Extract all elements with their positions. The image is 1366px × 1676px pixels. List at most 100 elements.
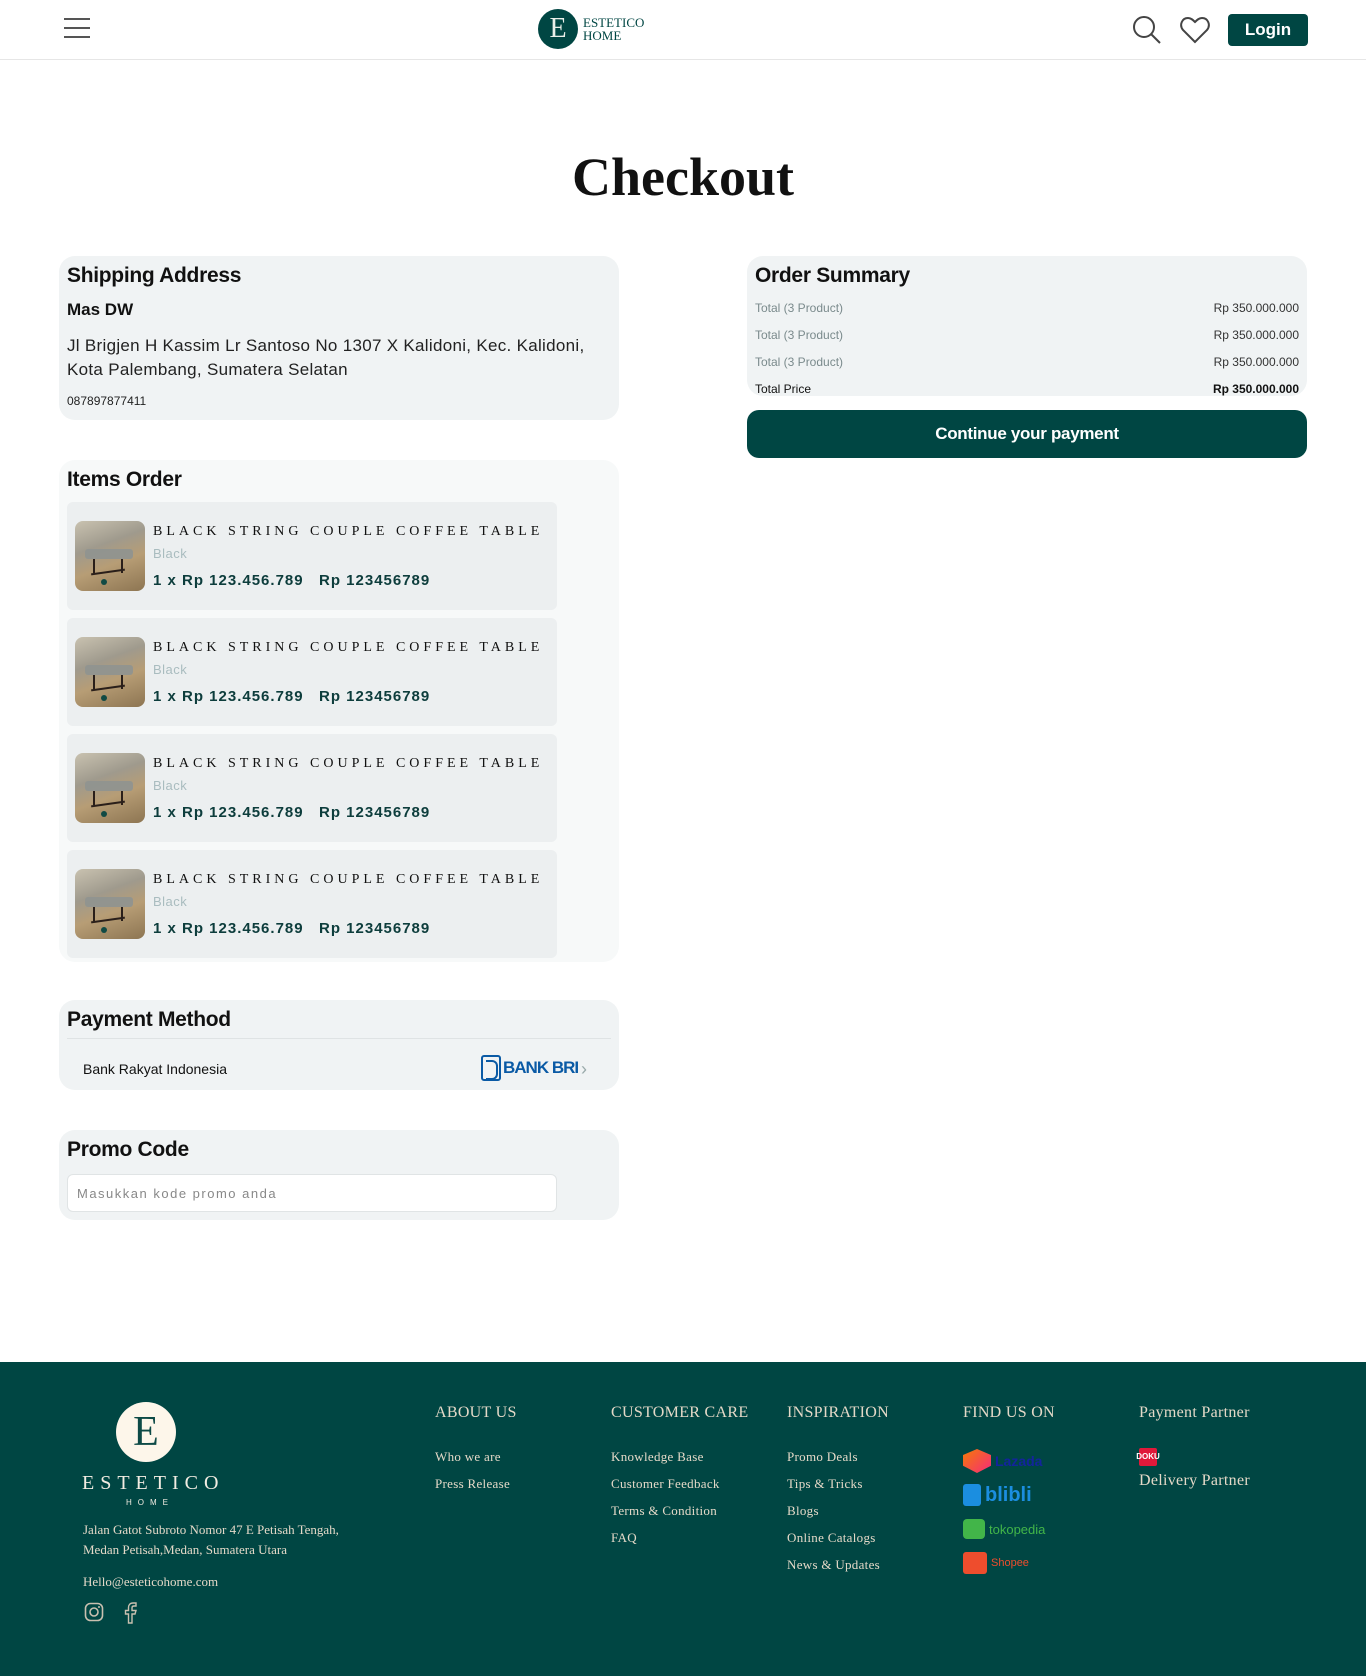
instagram-icon[interactable] bbox=[84, 1602, 104, 1629]
product-thumbnail bbox=[75, 637, 145, 707]
search-icon[interactable] bbox=[1132, 14, 1162, 46]
product-variant: Black bbox=[153, 662, 188, 677]
logo-line-2: HOME bbox=[583, 28, 622, 43]
product-variant: Black bbox=[153, 894, 188, 909]
footer-link[interactable]: Online Catalogs bbox=[787, 1529, 889, 1546]
promo-code-input[interactable] bbox=[67, 1174, 557, 1212]
footer-column-inspiration: INSPIRATION Promo Deals Tips & Tricks Bl… bbox=[787, 1404, 889, 1573]
footer-link[interactable]: Terms & Condition bbox=[611, 1502, 748, 1519]
footer-column-title: Payment Partner bbox=[1139, 1404, 1250, 1421]
product-thumbnail bbox=[75, 869, 145, 939]
page-title: Checkout bbox=[571, 147, 794, 207]
payment-method-selector[interactable]: Bank Rakyat Indonesia BANK BRI › bbox=[67, 1039, 611, 1089]
product-qty-price: 1 x Rp 123.456.789 bbox=[153, 688, 304, 705]
lazada-link[interactable]: Lazada bbox=[963, 1448, 1055, 1474]
product-thumbnail bbox=[75, 521, 145, 591]
blibli-logo-icon bbox=[963, 1484, 981, 1506]
heart-icon[interactable] bbox=[1180, 14, 1210, 46]
footer-column-partners: Payment Partner DOKU Delivery Partner bbox=[1136, 1404, 1250, 1490]
footer-link[interactable]: Blogs bbox=[787, 1502, 889, 1519]
footer-link[interactable]: Knowledge Base bbox=[611, 1448, 748, 1465]
summary-row: Total (3 Product) Rp 350.000.000 bbox=[755, 356, 1299, 369]
order-item: BLACK STRING COUPLE COFFEE TABLE Black 1… bbox=[67, 734, 557, 842]
footer-column-title: CUSTOMER CARE bbox=[611, 1404, 749, 1421]
tokopedia-label: tokopedia bbox=[989, 1521, 1046, 1537]
footer-link[interactable]: FAQ bbox=[611, 1529, 748, 1546]
footer-brand: ESTETICO bbox=[82, 1472, 225, 1494]
product-variant: Black bbox=[153, 778, 188, 793]
product-name: BLACK STRING COUPLE COFFEE TABLE bbox=[153, 756, 544, 771]
items-order-card: Items Order BLACK STRING COUPLE COFFEE T… bbox=[59, 460, 619, 962]
payment-method-card: Payment Method Bank Rakyat Indonesia BAN… bbox=[59, 1000, 619, 1090]
shipping-address-card: Shipping Address Mas DW Jl Brigjen H Kas… bbox=[59, 256, 619, 420]
footer-address: Jalan Gatot Subroto Nomor 47 E Petisah T… bbox=[83, 1520, 339, 1560]
footer-column-find-us: FIND US ON Lazada blibli tokopedia Shope… bbox=[963, 1404, 1055, 1576]
product-name: BLACK STRING COUPLE COFFEE TABLE bbox=[153, 872, 544, 887]
recipient-name: Mas DW bbox=[67, 300, 134, 319]
product-total: Rp 123456789 bbox=[319, 688, 431, 705]
footer-link[interactable]: News & Updates bbox=[787, 1556, 889, 1573]
summary-row: Total (3 Product) Rp 350.000.000 bbox=[755, 329, 1299, 342]
items-heading: Items Order bbox=[67, 468, 182, 491]
site-logo[interactable]: E ESTETICO HOME bbox=[538, 9, 644, 49]
product-qty-price: 1 x Rp 123.456.789 bbox=[153, 572, 304, 589]
footer-link[interactable]: Who we are bbox=[435, 1448, 517, 1465]
product-qty-price: 1 x Rp 123.456.789 bbox=[153, 920, 304, 937]
recipient-phone: 087897877411 bbox=[67, 394, 147, 408]
bank-name: Bank Rakyat Indonesia bbox=[83, 1061, 227, 1077]
product-thumbnail bbox=[75, 753, 145, 823]
delivery-partner-title: Delivery Partner bbox=[1139, 1472, 1250, 1489]
bri-logo-text: BANK BRI bbox=[503, 1058, 579, 1077]
shipping-heading: Shipping Address bbox=[67, 264, 242, 287]
product-total: Rp 123456789 bbox=[319, 804, 431, 821]
footer-email[interactable]: Hello@esteticohome.com bbox=[83, 1574, 218, 1590]
footer-link[interactable]: Promo Deals bbox=[787, 1448, 889, 1465]
site-footer: E ESTETICO HOME Jalan Gatot Subroto Nomo… bbox=[0, 1362, 1366, 1676]
product-total: Rp 123456789 bbox=[319, 572, 431, 589]
payment-heading: Payment Method bbox=[67, 1008, 231, 1031]
lazada-label: Lazada bbox=[995, 1453, 1043, 1469]
summary-amount: Rp 350.000.000 bbox=[1213, 301, 1299, 315]
shopee-link[interactable]: Shopee bbox=[963, 1550, 1055, 1576]
chevron-right-icon[interactable]: › bbox=[581, 1059, 587, 1080]
summary-total-row: Total Price Rp 350.000.000 bbox=[755, 383, 1299, 396]
product-total: Rp 123456789 bbox=[319, 920, 431, 937]
summary-heading: Order Summary bbox=[755, 264, 910, 287]
order-item: BLACK STRING COUPLE COFFEE TABLE Black 1… bbox=[67, 502, 557, 610]
product-variant: Black bbox=[153, 546, 188, 561]
site-header: E ESTETICO HOME Login bbox=[0, 0, 1366, 60]
summary-label: Total (3 Product) bbox=[755, 328, 844, 342]
footer-social bbox=[84, 1602, 138, 1629]
footer-link[interactable]: Customer Feedback bbox=[611, 1475, 748, 1492]
footer-address-line-2: Medan Petisah,Medan, Sumatera Utara bbox=[83, 1542, 287, 1557]
shopee-logo-icon bbox=[963, 1552, 987, 1574]
facebook-icon[interactable] bbox=[122, 1602, 138, 1629]
footer-brand-sub: HOME bbox=[126, 1498, 174, 1507]
shopee-label: Shopee bbox=[991, 1557, 1029, 1569]
tokopedia-link[interactable]: tokopedia bbox=[963, 1516, 1055, 1542]
recipient-address: Jl Brigjen H Kassim Lr Santoso No 1307 X… bbox=[67, 336, 585, 379]
blibli-link[interactable]: blibli bbox=[963, 1482, 1055, 1508]
continue-payment-button[interactable]: Continue your payment bbox=[747, 410, 1307, 458]
product-qty-price: 1 x Rp 123.456.789 bbox=[153, 804, 304, 821]
total-price-label: Total Price bbox=[755, 382, 812, 396]
footer-link[interactable]: Tips & Tricks bbox=[787, 1475, 889, 1492]
footer-column-title: ABOUT US bbox=[435, 1404, 517, 1421]
footer-column-about: ABOUT US Who we are Press Release bbox=[435, 1404, 517, 1492]
promo-code-card: Promo Code bbox=[59, 1130, 619, 1220]
bank-bri-logo: BANK BRI bbox=[481, 1055, 579, 1081]
footer-address-line-1: Jalan Gatot Subroto Nomor 47 E Petisah T… bbox=[83, 1522, 339, 1537]
summary-label: Total (3 Product) bbox=[755, 301, 844, 315]
order-item: BLACK STRING COUPLE COFFEE TABLE Black 1… bbox=[67, 618, 557, 726]
login-button[interactable]: Login bbox=[1228, 14, 1308, 46]
footer-column-title: FIND US ON bbox=[963, 1404, 1055, 1421]
promo-heading: Promo Code bbox=[67, 1138, 189, 1161]
footer-link[interactable]: Press Release bbox=[435, 1475, 517, 1492]
order-item: BLACK STRING COUPLE COFFEE TABLE Black 1… bbox=[67, 850, 557, 958]
lazada-logo-icon bbox=[963, 1449, 991, 1473]
tokopedia-logo-icon bbox=[963, 1519, 985, 1539]
checkout-content: Shipping Address Mas DW Jl Brigjen H Kas… bbox=[0, 212, 1366, 1362]
hamburger-menu-icon[interactable] bbox=[64, 18, 90, 40]
blibli-label: blibli bbox=[985, 1483, 1032, 1506]
footer-logo-mark: E bbox=[116, 1402, 176, 1462]
